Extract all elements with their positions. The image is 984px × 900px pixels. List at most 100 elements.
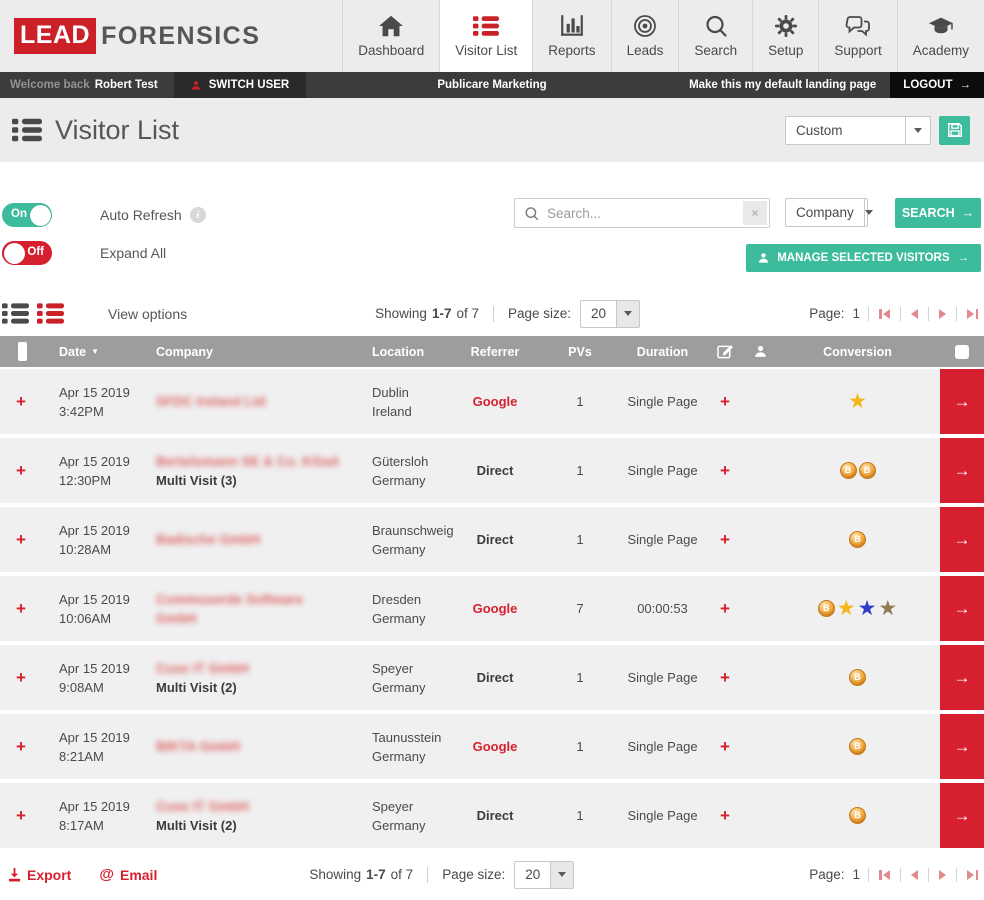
header-conversion[interactable]: Conversion bbox=[775, 345, 940, 359]
info-icon[interactable]: i bbox=[190, 207, 206, 223]
expand-row-button[interactable]: + bbox=[16, 392, 26, 411]
chevron-down-icon[interactable] bbox=[550, 862, 573, 888]
open-visitor-button[interactable]: → bbox=[940, 507, 984, 572]
header-company[interactable]: Company bbox=[150, 345, 365, 359]
header-date[interactable]: Date ▼ bbox=[42, 345, 150, 359]
expand-row-button[interactable]: + bbox=[16, 599, 26, 618]
nav-item-visitor-list[interactable]: Visitor List bbox=[439, 0, 532, 72]
select-all-checkbox[interactable] bbox=[955, 345, 969, 359]
chevron-down-icon[interactable] bbox=[616, 301, 639, 327]
page-size-select[interactable]: 20 bbox=[580, 300, 640, 328]
expand-row-button[interactable]: + bbox=[16, 668, 26, 687]
company-name-blurred[interactable]: Badische GmbH bbox=[156, 530, 365, 549]
search-category-value: Company bbox=[786, 199, 864, 226]
expand-row-button[interactable]: + bbox=[16, 737, 26, 756]
switch-user-button[interactable]: SWITCH USER bbox=[174, 72, 307, 98]
header-referrer[interactable]: Referrer bbox=[450, 345, 540, 359]
expand-all-label-wrap: Expand All bbox=[100, 245, 166, 261]
expand-row-button[interactable]: + bbox=[16, 530, 26, 549]
manage-selected-visitors-button[interactable]: MANAGE SELECTED VISITORS → bbox=[746, 244, 981, 272]
open-visitor-button[interactable]: → bbox=[940, 438, 984, 503]
export-link[interactable]: Export bbox=[8, 867, 71, 883]
chevron-down-icon[interactable] bbox=[864, 199, 873, 226]
add-note-button[interactable]: + bbox=[720, 530, 730, 549]
pagination-prev-button[interactable] bbox=[909, 307, 920, 321]
company-cell: Badische GmbH bbox=[150, 530, 365, 549]
nav-item-leads[interactable]: Leads bbox=[611, 0, 679, 72]
row-duration: Single Page bbox=[620, 806, 705, 825]
logout-button[interactable]: LOGOUT → bbox=[890, 72, 984, 98]
expand-all-toggle[interactable]: Off bbox=[2, 241, 52, 265]
nav-item-academy[interactable]: Academy bbox=[897, 0, 984, 72]
pagination-next-button[interactable] bbox=[937, 307, 948, 321]
row-country: Germany bbox=[372, 609, 450, 628]
open-visitor-button[interactable]: → bbox=[940, 783, 984, 848]
company-name-blurred[interactable]: SFDC Ireland Ltd bbox=[156, 392, 365, 411]
add-note-button[interactable]: + bbox=[720, 599, 730, 618]
pagination-first-button[interactable] bbox=[877, 868, 892, 882]
view-options-link[interactable]: View options bbox=[108, 306, 187, 322]
showing-of: of 7 bbox=[456, 306, 479, 321]
company-name-blurred[interactable]: BIKTA GmbH bbox=[156, 737, 365, 756]
auto-refresh-toggle[interactable]: On bbox=[2, 203, 52, 227]
expand-row-button[interactable]: + bbox=[16, 461, 26, 480]
pagination-prev-button[interactable] bbox=[909, 868, 920, 882]
add-note-button[interactable]: + bbox=[720, 392, 730, 411]
date-cell: Apr 15 2019 8:21AM bbox=[42, 728, 150, 766]
row-conversions: B★★★ bbox=[775, 598, 940, 619]
company-name-blurred[interactable]: Commuserde Software bbox=[156, 590, 365, 609]
detail-view-icon[interactable] bbox=[37, 302, 64, 325]
company-name-blurred[interactable]: Cuse IT GmbH bbox=[156, 659, 365, 678]
add-note-button[interactable]: + bbox=[720, 461, 730, 480]
open-visitor-button[interactable]: → bbox=[940, 369, 984, 434]
nav-item-dashboard[interactable]: Dashboard bbox=[342, 0, 439, 72]
saved-view-value: Custom bbox=[786, 117, 905, 144]
open-visitor-button[interactable]: → bbox=[940, 576, 984, 641]
row-date: Apr 15 2019 bbox=[59, 383, 150, 402]
search-input[interactable] bbox=[547, 206, 741, 221]
coin-icon: B bbox=[849, 738, 866, 755]
company-cell: Cuse IT GmbH Multi Visit (2) bbox=[150, 797, 365, 835]
nav-item-setup[interactable]: Setup bbox=[752, 0, 818, 72]
toggle-knob bbox=[30, 205, 51, 226]
pagination-first-button[interactable] bbox=[877, 307, 892, 321]
open-visitor-button[interactable]: → bbox=[940, 714, 984, 779]
save-view-button[interactable] bbox=[939, 116, 970, 145]
page-label: Page: bbox=[809, 306, 844, 321]
add-note-button[interactable]: + bbox=[720, 737, 730, 756]
multi-visit-label: Multi Visit (3) bbox=[156, 471, 365, 490]
row-duration: Single Page bbox=[620, 737, 705, 756]
clear-search-button[interactable]: × bbox=[743, 201, 767, 225]
search-button[interactable]: SEARCH → bbox=[895, 198, 981, 228]
list-view-icon[interactable] bbox=[2, 302, 29, 325]
pagination-last-button[interactable] bbox=[965, 868, 980, 882]
company-name-blurred[interactable]: Bertelsmann SE & Co. KGaA bbox=[156, 452, 365, 471]
chevron-down-icon[interactable] bbox=[905, 117, 930, 144]
expand-row-button[interactable]: + bbox=[16, 806, 26, 825]
email-link[interactable]: @ Email bbox=[99, 866, 157, 883]
toggle-state-label: Off bbox=[27, 246, 44, 258]
page-number: 1 bbox=[852, 867, 860, 882]
header-location[interactable]: Location bbox=[365, 345, 450, 359]
add-note-button[interactable]: + bbox=[720, 806, 730, 825]
row-time: 10:06AM bbox=[59, 609, 150, 628]
saved-view-select[interactable]: Custom bbox=[785, 116, 931, 145]
nav-item-search[interactable]: Search bbox=[678, 0, 752, 72]
header-duration[interactable]: Duration bbox=[620, 345, 705, 359]
page-number: 1 bbox=[852, 306, 860, 321]
add-note-button[interactable]: + bbox=[720, 668, 730, 687]
header-pvs[interactable]: PVs bbox=[540, 345, 620, 359]
welcome-message: Welcome back Robert Test bbox=[0, 72, 158, 98]
company-cell: Cuse IT GmbH Multi Visit (2) bbox=[150, 659, 365, 697]
open-visitor-button[interactable]: → bbox=[940, 645, 984, 710]
row-referrer: Google bbox=[473, 394, 518, 409]
search-category-select[interactable]: Company bbox=[785, 198, 868, 227]
nav-item-reports[interactable]: Reports bbox=[532, 0, 610, 72]
nav-item-support[interactable]: Support bbox=[818, 0, 896, 72]
company-name-blurred[interactable]: Cuse IT GmbH bbox=[156, 797, 365, 816]
row-pvs: 1 bbox=[540, 806, 620, 825]
page-size-select[interactable]: 20 bbox=[514, 861, 574, 889]
default-landing-link[interactable]: Make this my default landing page bbox=[689, 72, 876, 98]
pagination-next-button[interactable] bbox=[937, 868, 948, 882]
pagination-last-button[interactable] bbox=[965, 307, 980, 321]
